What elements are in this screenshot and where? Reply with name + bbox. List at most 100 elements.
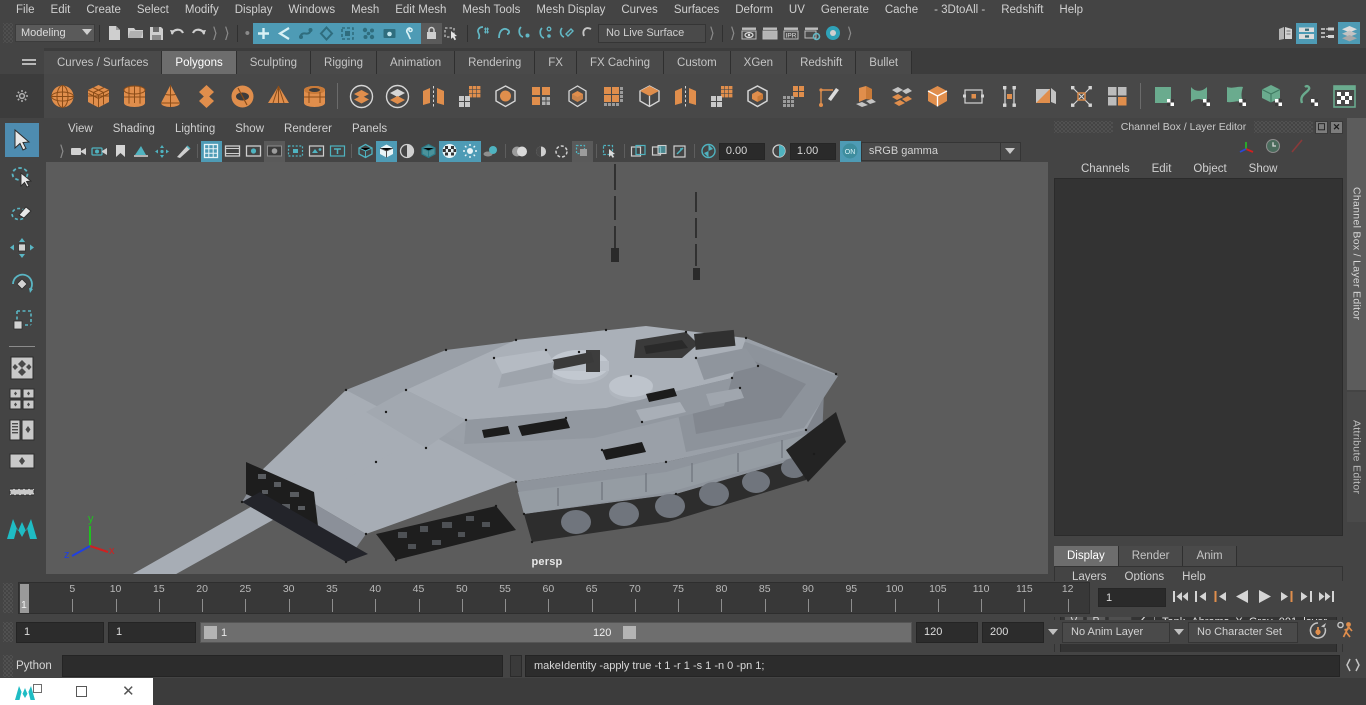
clock-icon[interactable] [1265,138,1281,157]
shelf-surface-loft-icon[interactable] [1182,78,1218,114]
shelf-poly-cube-solid-icon[interactable] [919,78,955,114]
safe-action-icon[interactable] [306,141,327,162]
channel-menu-show[interactable]: Show [1238,161,1289,177]
shelf-combine-icon[interactable] [343,78,379,114]
shelf-surface-curve-icon[interactable] [1290,78,1326,114]
go-to-start-icon[interactable] [1172,589,1189,607]
shelf-tab-fx-caching[interactable]: FX Caching [576,51,665,74]
shelf-tab-fx[interactable]: FX [535,51,577,74]
two-d-pan-zoom-icon[interactable] [152,141,173,162]
menu-edit-mesh[interactable]: Edit Mesh [387,2,454,18]
shelf-options-button[interactable] [0,74,44,118]
channel-menu-channels[interactable]: Channels [1070,161,1141,177]
select-tool[interactable] [5,123,39,157]
menu-edit[interactable]: Edit [43,2,79,18]
shelf-quadrangulate-icon[interactable] [1099,78,1135,114]
shelf-surface-cube-icon[interactable] [1254,78,1290,114]
maximize-window-button[interactable] [76,686,87,697]
shelf-transform-center-icon[interactable] [955,78,991,114]
command-output-field[interactable]: makeIdentity -apply true -t 1 -r 1 -s 1 … [525,655,1340,677]
rotate-tool[interactable] [5,267,39,301]
range-dropdown-arrow-1[interactable] [1044,622,1062,643]
restore-button[interactable]: ☐ [1315,120,1328,134]
depth-of-field-icon[interactable] [571,140,593,162]
shelf-poly-torus-icon[interactable] [224,78,260,114]
save-scene-icon[interactable] [146,23,167,44]
render-settings-icon[interactable] [802,23,823,44]
timeslider-drag-handle[interactable] [3,583,13,613]
render-view-icon[interactable] [739,23,760,44]
menu-redshift[interactable]: Redshift [993,2,1051,18]
vtab-channel-box-layer-editor[interactable]: Channel Box / Layer Editor [1347,118,1366,390]
collapse-bracket-vp[interactable]: ⟩ [56,142,68,160]
resolution-gate-icon[interactable] [243,141,264,162]
snap-grid-icon[interactable] [472,23,493,44]
collapse-bracket-6[interactable]: ⟩ [844,24,856,42]
layer-tab-display[interactable]: Display [1054,546,1119,566]
step-back-frame-icon[interactable] [1213,589,1228,607]
shelf-menu-button[interactable] [0,48,44,74]
menu-windows[interactable]: Windows [280,2,343,18]
shelf-poly-pyramid-icon[interactable] [260,78,296,114]
channel-box-list[interactable] [1054,178,1343,536]
shelf-multicut-grid-icon[interactable] [451,78,487,114]
shelf-bevel-icon[interactable] [523,78,559,114]
modeling-toolkit-icon[interactable] [1338,22,1360,44]
multisample-icon[interactable] [551,141,572,162]
shelf-merge-icon[interactable] [631,78,667,114]
menu-deform[interactable]: Deform [727,2,781,18]
collapse-bracket-4[interactable]: ⟩ [706,24,718,42]
attribute-editor-toggle-icon[interactable] [1317,23,1338,44]
step-forward-frame-icon[interactable] [1279,589,1294,607]
viewport-menu-shading[interactable]: Shading [103,121,165,137]
viewport-menu-lighting[interactable]: Lighting [165,121,225,137]
redo-icon[interactable] [188,23,209,44]
live-surface-field[interactable]: No Live Surface [597,23,706,43]
menu-mesh-tools[interactable]: Mesh Tools [454,2,528,18]
shelf-tab-sculpting[interactable]: Sculpting [236,51,312,74]
select-camera-icon[interactable] [68,141,89,162]
flat-shade-icon[interactable] [397,141,418,162]
shelf-poly-platonic-icon[interactable] [188,78,224,114]
select-mask-poly-icon[interactable] [336,22,358,44]
menu-set-selector[interactable]: Modeling [15,24,95,42]
shelf-tab-curves-surfaces[interactable]: Curves / Surfaces [44,51,163,74]
select-by-component-icon[interactable] [294,22,316,44]
shelf-poly-cube-icon[interactable] [80,78,116,114]
shelf-tab-redshift[interactable]: Redshift [787,51,857,74]
rangeslider-drag-handle[interactable] [3,622,13,642]
animation-end-time-field[interactable]: 200 [982,621,1044,643]
shelf-surface-plane-icon[interactable] [1146,78,1182,114]
collapse-bracket-3[interactable]: • [242,25,253,42]
layer-tab-render[interactable]: Render [1118,546,1184,566]
shelf-sculpt-cube-icon[interactable] [739,78,775,114]
image-plane-icon[interactable] [131,141,152,162]
shelf-bridge-icon[interactable] [991,78,1027,114]
select-by-hierarchy-icon[interactable] [252,22,274,44]
shelf-surface-revolve-icon[interactable] [1218,78,1254,114]
viewport-menu-view[interactable]: View [58,121,103,137]
paint-select-tool[interactable] [5,195,39,229]
shelf-poly-cylinder-icon[interactable] [116,78,152,114]
shelf-fill-hole-icon[interactable] [1027,78,1063,114]
playback-start-time-field[interactable]: 1 [108,621,196,643]
panel-drag-dots-right[interactable] [1254,121,1313,133]
shelf-separate-icon[interactable] [379,78,415,114]
shelf-multicut-tool-icon[interactable] [811,78,847,114]
menu-help[interactable]: Help [1051,2,1091,18]
command-input-field[interactable] [62,655,503,677]
lighting-icon[interactable] [459,140,481,162]
grid-toggle-icon[interactable] [200,140,222,162]
vtab-attribute-editor[interactable]: Attribute Editor [1347,392,1366,522]
animation-start-time-field[interactable]: 1 [16,621,104,643]
snap-view-plane-icon[interactable] [556,23,577,44]
xray-joints-icon[interactable] [649,141,670,162]
select-mask-rendering-icon[interactable] [399,22,421,44]
commandline-drag-handle[interactable] [3,655,13,677]
command-language-label[interactable]: Python [16,660,62,672]
shadows-icon[interactable] [481,141,502,162]
channel-menu-edit[interactable]: Edit [1141,161,1183,177]
gamma-field[interactable]: 1.00 [789,142,836,160]
film-origin-icon[interactable] [285,141,306,162]
lock-selection-icon[interactable] [420,22,442,44]
